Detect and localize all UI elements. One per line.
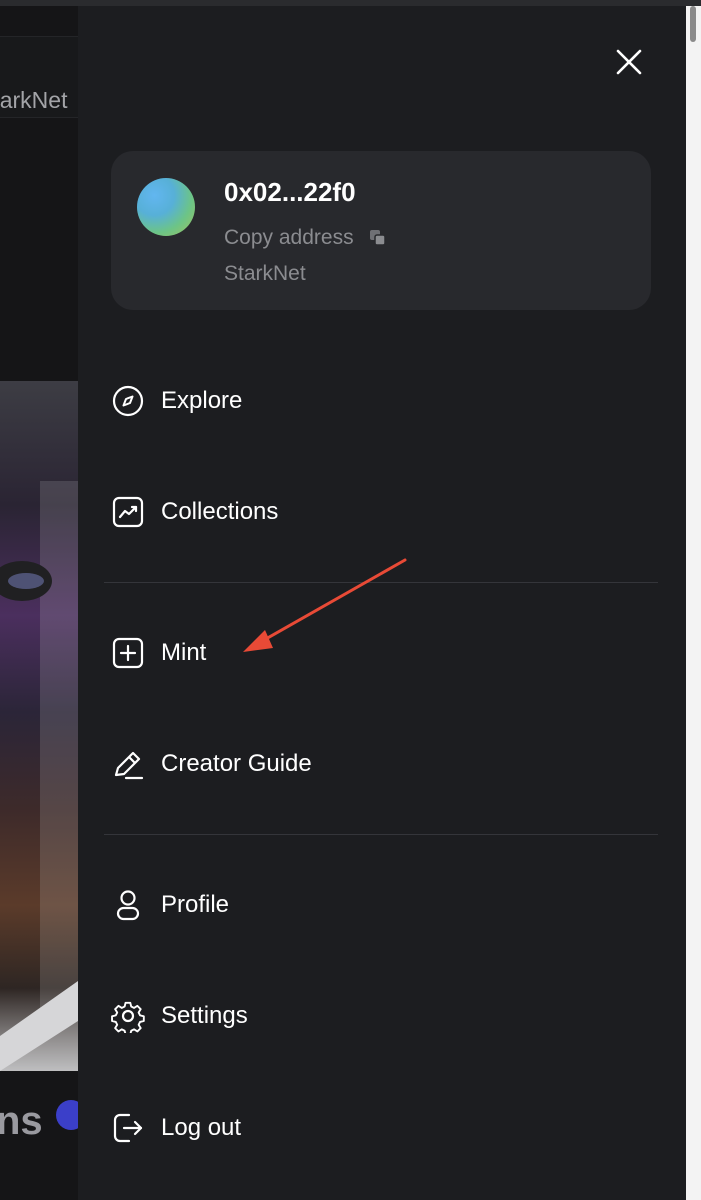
background-collection-title: ns xyxy=(0,1099,43,1143)
avatar[interactable] xyxy=(137,178,195,236)
background-network-label: StarkNet xyxy=(0,87,68,113)
menu-item-label: Settings xyxy=(161,1002,248,1029)
menu-item-log-out[interactable]: Log out xyxy=(111,1104,651,1152)
copy-address-label: Copy address xyxy=(224,226,354,249)
background-artwork xyxy=(0,381,78,1071)
user-icon xyxy=(111,888,145,922)
close-icon xyxy=(616,49,642,75)
pencil-icon xyxy=(111,747,145,781)
scrollbar[interactable] xyxy=(686,6,701,1200)
menu-item-collections[interactable]: Collections xyxy=(111,488,651,536)
plus-square-icon xyxy=(111,636,145,670)
page: StarkNet ns 0x02...22f0 Copy address xyxy=(0,0,701,1200)
menu-item-profile[interactable]: Profile xyxy=(111,881,651,929)
network-label: StarkNet xyxy=(224,262,306,285)
copy-icon[interactable] xyxy=(368,228,388,248)
background-header: StarkNet xyxy=(0,36,78,118)
gear-icon xyxy=(111,999,145,1033)
artwork-frame-shape xyxy=(0,481,78,1071)
menu-item-settings[interactable]: Settings xyxy=(111,992,651,1040)
scrollbar-thumb[interactable] xyxy=(690,6,696,42)
menu-item-label: Creator Guide xyxy=(161,750,312,777)
menu-item-label: Log out xyxy=(161,1114,242,1141)
menu-divider xyxy=(104,834,658,835)
menu-item-label: Mint xyxy=(161,639,207,666)
copy-address-button[interactable]: Copy address xyxy=(224,226,388,250)
wallet-address: 0x02...22f0 xyxy=(224,177,356,207)
annotation-arrow xyxy=(243,558,407,652)
menu-item-creator-guide[interactable]: Creator Guide xyxy=(111,740,651,788)
background-page: StarkNet ns xyxy=(0,6,78,1200)
menu-item-label: Profile xyxy=(161,891,230,918)
menu-item-explore[interactable]: Explore xyxy=(111,377,651,425)
compass-icon xyxy=(111,384,145,418)
close-button[interactable] xyxy=(606,39,652,85)
account-card: 0x02...22f0 Copy address StarkNet xyxy=(111,151,651,310)
menu-item-label: Explore xyxy=(161,387,243,414)
menu-item-label: Collections xyxy=(161,498,279,525)
trending-chart-icon xyxy=(111,495,145,529)
logout-icon xyxy=(111,1111,145,1145)
